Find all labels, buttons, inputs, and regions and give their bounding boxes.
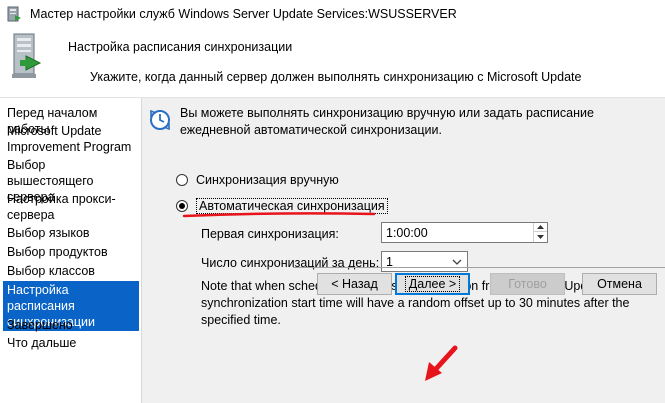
spin-up-icon[interactable] bbox=[534, 223, 547, 232]
manual-sync-radio[interactable] bbox=[176, 174, 188, 186]
back-button[interactable]: < Назад bbox=[317, 273, 392, 295]
wizard-content-panel: Вы можете выполнять синхронизацию вручну… bbox=[141, 98, 665, 403]
next-button-label: Далее > bbox=[404, 276, 461, 292]
next-button[interactable]: Далее > bbox=[395, 273, 470, 295]
time-spin-buttons[interactable] bbox=[533, 223, 547, 242]
cancel-button[interactable]: Отмена bbox=[582, 273, 657, 295]
sidebar-item-whats-next[interactable]: Что дальше bbox=[3, 334, 139, 352]
footer-divider bbox=[293, 267, 665, 268]
chevron-down-icon bbox=[452, 259, 462, 265]
window-title: Мастер настройки служб Windows Server Up… bbox=[30, 7, 457, 21]
intro-text: Вы можете выполнять синхронизацию вручну… bbox=[180, 106, 594, 137]
sidebar-item-languages[interactable]: Выбор языков bbox=[3, 224, 139, 242]
automatic-sync-radio[interactable] bbox=[176, 200, 188, 212]
sidebar-item-improvement-program[interactable]: Microsoft Update Improvement Program bbox=[3, 122, 139, 156]
server-icon bbox=[12, 33, 42, 78]
red-underline-annotation bbox=[182, 212, 376, 218]
first-sync-label: Первая синхронизация: bbox=[201, 227, 339, 241]
manual-sync-label: Синхронизация вручную bbox=[196, 173, 339, 187]
page-title: Настройка расписания синхронизации bbox=[68, 40, 293, 54]
manual-sync-option[interactable]: Синхронизация вручную bbox=[176, 173, 339, 187]
window-titlebar: Мастер настройки служб Windows Server Up… bbox=[0, 0, 665, 30]
wizard-steps-sidebar: Перед началом работы Microsoft Update Im… bbox=[0, 98, 141, 403]
sidebar-item-proxy-server[interactable]: Настройка прокси-сервера bbox=[3, 190, 139, 224]
wizard-header: Настройка расписания синхронизации Укажи… bbox=[0, 30, 665, 98]
sidebar-item-classifications[interactable]: Выбор классов bbox=[3, 262, 139, 280]
sync-clock-icon bbox=[150, 109, 170, 131]
first-sync-time-value: 1:00:00 bbox=[386, 226, 428, 240]
sidebar-item-finished[interactable]: Завершено bbox=[3, 316, 139, 334]
first-sync-time-input[interactable]: 1:00:00 bbox=[381, 222, 548, 243]
finish-button[interactable]: Готово bbox=[490, 273, 565, 295]
red-arrow-annotation-icon bbox=[425, 345, 458, 381]
wizard-app-icon bbox=[7, 6, 21, 22]
syncs-per-day-select[interactable]: 1 bbox=[381, 251, 468, 272]
spin-down-icon[interactable] bbox=[534, 232, 547, 241]
sidebar-item-products[interactable]: Выбор продуктов bbox=[3, 243, 139, 261]
page-subtitle: Укажите, когда данный сервер должен выпо… bbox=[90, 70, 582, 84]
